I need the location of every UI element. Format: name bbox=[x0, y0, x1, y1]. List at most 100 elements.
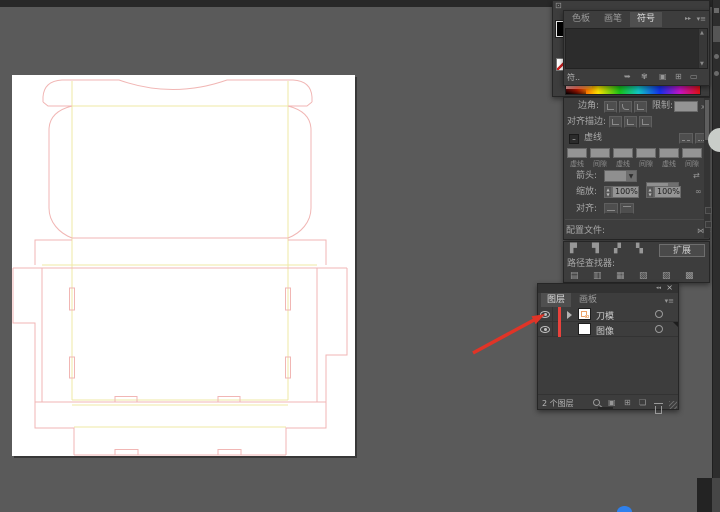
divider bbox=[565, 219, 708, 220]
unite-icon[interactable]: ▛ bbox=[570, 244, 577, 254]
fold-lines bbox=[42, 81, 317, 427]
dock-collapse-box-2[interactable] bbox=[705, 221, 712, 228]
symbol-options-icon[interactable]: ✾ bbox=[641, 72, 648, 82]
stroke-panel: 边角: 限制: x 对齐描边: – 虚线 虚线 间隙 虚线 间隙 虚线 间隙 箭… bbox=[563, 97, 710, 240]
tab-swatches[interactable]: 色板 bbox=[566, 12, 596, 27]
panel-collapse-icon[interactable]: ▸▸ bbox=[685, 14, 691, 24]
expand-button[interactable]: 扩展 bbox=[659, 244, 705, 257]
exclude-icon[interactable]: ▚ bbox=[636, 244, 643, 254]
right-dock-strip bbox=[712, 0, 720, 512]
tab-brushes[interactable]: 画笔 bbox=[598, 12, 628, 27]
align-arrow-end-button[interactable] bbox=[620, 203, 634, 214]
layers-titlebar[interactable]: ◂◂ × bbox=[538, 284, 678, 293]
limit-label: 限制: bbox=[652, 101, 673, 112]
dash-field-1[interactable] bbox=[567, 148, 587, 158]
expand-triangle-icon[interactable] bbox=[567, 311, 572, 319]
crop-icon[interactable]: ▧ bbox=[639, 271, 648, 281]
layers-bottombar: 2 个图层 ▣ ⊞ ❏ bbox=[538, 394, 678, 410]
annotation-arrow bbox=[438, 288, 553, 363]
dock-icon-3[interactable] bbox=[714, 71, 719, 76]
scroll-down-icon[interactable]: ▼ bbox=[700, 61, 704, 67]
symbols-content[interactable]: ▲ ▼ bbox=[565, 28, 708, 69]
symbols-tabbar: 色板 画笔 符号 ▸▸ ▾≡ bbox=[564, 11, 709, 28]
gap-field-2[interactable] bbox=[636, 148, 656, 158]
minus-front-icon[interactable]: ▜ bbox=[592, 244, 599, 254]
layer-thumbnail bbox=[578, 308, 591, 320]
symbols-bottombar: 符.. ➥ ✾ ▣ ⊞ ▭ bbox=[564, 69, 709, 85]
scale-end-field[interactable]: 100% bbox=[654, 186, 681, 198]
scroll-up-icon[interactable]: ▲ bbox=[700, 30, 704, 36]
dashed-line-label: 虚线 bbox=[584, 133, 602, 144]
bevel-join-button[interactable] bbox=[634, 101, 647, 113]
scale-label: 缩放: bbox=[576, 187, 597, 198]
dash-label-3: 虚线 bbox=[659, 160, 679, 168]
delete-layer-icon[interactable] bbox=[655, 406, 662, 414]
break-link-icon[interactable]: ▣ bbox=[659, 72, 667, 82]
layer-row-daomo[interactable]: 刀模 bbox=[538, 307, 678, 322]
taskbar-app-peek-icon[interactable] bbox=[617, 506, 632, 512]
dash-field-2[interactable] bbox=[613, 148, 633, 158]
minus-back-icon[interactable]: ▩ bbox=[685, 271, 694, 281]
arrowhead-start-select[interactable]: ▼ bbox=[604, 170, 637, 182]
swap-arrowheads-icon[interactable]: ⇄ bbox=[693, 171, 700, 181]
tab-symbols[interactable]: 符号 bbox=[630, 12, 662, 27]
pathfinder-title: 路径查找器: bbox=[567, 259, 615, 270]
panel-resize-grip[interactable] bbox=[669, 401, 677, 409]
layer-name[interactable]: 图像 bbox=[596, 324, 614, 337]
delete-symbol-icon[interactable]: ▭ bbox=[690, 72, 698, 82]
new-sublayer-icon[interactable]: ⊞ bbox=[624, 398, 631, 408]
align-stroke-outside-button[interactable] bbox=[639, 116, 652, 128]
outline-icon[interactable]: ▨ bbox=[662, 271, 671, 281]
dashed-line-checkbox[interactable]: – bbox=[569, 134, 579, 144]
trim-icon[interactable]: ▥ bbox=[593, 271, 602, 281]
divide-icon[interactable]: ▤ bbox=[570, 271, 579, 281]
pathfinder-panel: ▛ ▜ ▞ ▚ 扩展 路径查找器: ▤ ▥ ▦ ▧ ▨ ▩ bbox=[563, 241, 710, 283]
gap-field-1[interactable] bbox=[590, 148, 610, 158]
layers-menu-icon[interactable]: ▾≡ bbox=[665, 296, 674, 306]
scale-end-stepper[interactable]: ▲▼ bbox=[646, 186, 654, 198]
scale-start-field[interactable]: 100% bbox=[612, 186, 639, 198]
panel-menu-icon[interactable]: ▾≡ bbox=[697, 14, 706, 24]
dock-collapse-box-1[interactable] bbox=[705, 207, 712, 214]
close-panel-icon[interactable]: × bbox=[666, 283, 673, 292]
profile-label: 配置文件: bbox=[566, 226, 605, 237]
align-stroke-center-button[interactable] bbox=[609, 116, 622, 128]
tab-artboards[interactable]: 画板 bbox=[573, 293, 603, 307]
dock-icon-2[interactable] bbox=[714, 54, 719, 59]
symbols-panel: 色板 画笔 符号 ▸▸ ▾≡ ▲ ▼ 符.. ➥ ✾ ▣ ⊞ ▭ bbox=[563, 10, 710, 86]
dash-preserve-button[interactable] bbox=[679, 133, 693, 144]
new-layer-icon[interactable]: ❏ bbox=[639, 398, 646, 408]
current-layer-corner-mark bbox=[673, 322, 678, 327]
align-stroke-label: 对齐描边: bbox=[567, 117, 606, 128]
locate-object-icon[interactable] bbox=[593, 399, 600, 406]
new-symbol-icon[interactable]: ⊞ bbox=[675, 72, 682, 82]
panel-drag-notch[interactable] bbox=[598, 407, 613, 410]
symbol-libraries-button[interactable]: 符.. bbox=[567, 72, 580, 83]
layer-count-status: 2 个图层 bbox=[542, 398, 574, 409]
panel-mini-icon: ⊡ bbox=[555, 1, 562, 11]
gap-label-3: 间隙 bbox=[682, 160, 702, 168]
target-circle-icon[interactable] bbox=[655, 325, 663, 333]
collapse-panel-icon[interactable]: ◂◂ bbox=[656, 285, 661, 291]
dash-field-3[interactable] bbox=[659, 148, 679, 158]
scale-start-stepper[interactable]: ▲▼ bbox=[604, 186, 612, 198]
miter-limit-field[interactable] bbox=[674, 101, 698, 112]
dock-scrollbar[interactable] bbox=[704, 98, 710, 238]
intersect-icon[interactable]: ▞ bbox=[614, 244, 621, 254]
place-symbol-icon[interactable]: ➥ bbox=[624, 72, 631, 82]
miter-join-button[interactable] bbox=[604, 101, 617, 113]
align-stroke-inside-button[interactable] bbox=[624, 116, 637, 128]
round-join-button[interactable] bbox=[619, 101, 632, 113]
merge-icon[interactable]: ▦ bbox=[616, 271, 625, 281]
target-circle-icon[interactable] bbox=[655, 310, 663, 318]
symbols-scrollbar[interactable]: ▲ ▼ bbox=[698, 29, 707, 68]
flip-along-icon[interactable]: ⋈ bbox=[697, 226, 704, 236]
layer-name[interactable]: 刀模 bbox=[596, 309, 614, 322]
dieline-artwork bbox=[12, 75, 355, 456]
align-arrow-tip-button[interactable] bbox=[604, 203, 618, 214]
dock-icon-1[interactable] bbox=[714, 8, 719, 13]
layer-row-tuxiang[interactable]: 图像 bbox=[538, 322, 678, 337]
dock-icon-active[interactable] bbox=[713, 26, 720, 42]
link-scales-icon[interactable]: ∞ bbox=[695, 187, 702, 197]
gap-field-3[interactable] bbox=[682, 148, 702, 158]
